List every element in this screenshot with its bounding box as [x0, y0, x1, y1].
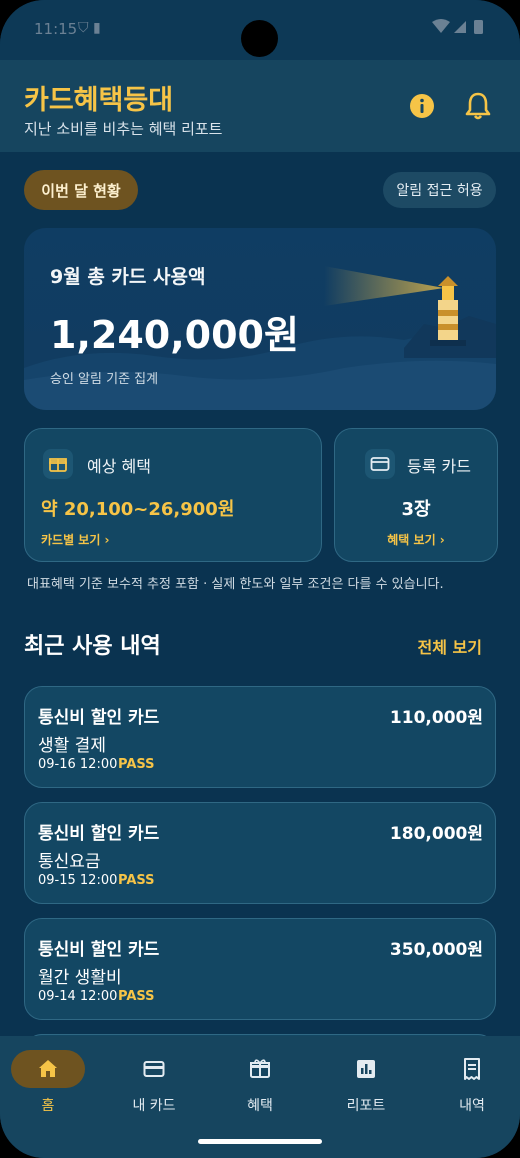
registered-cards-count: 3장 — [401, 499, 431, 520]
nav-home-label: 홈 — [41, 1098, 55, 1114]
registered-cards-title: 등록 카드 — [407, 457, 471, 476]
transaction-item[interactable]: 통신비 할인 카드 월간 생활비 09-14 12:00 PASS 350,00… — [24, 918, 496, 1020]
home-content[interactable]: 이번 달 현황 알림 접근 허용 9월 총 카드 사용액 1,240,000원 … — [0, 152, 520, 1036]
expected-benefit-card[interactable]: 예상 혜택 약 20,100~26,900원 카드별 보기 › — [24, 428, 322, 562]
receipt-icon — [464, 1058, 480, 1080]
transaction-item[interactable]: 통신비 할인 카드 생활 결제 09-16 12:00 PASS 110,000… — [24, 686, 496, 788]
status-bar: 11:15 ⛉ ▮ — [0, 0, 520, 60]
monthly-total-label: 9월 총 카드 사용액 — [50, 266, 206, 288]
view-by-card-link[interactable]: 카드별 보기 › — [41, 531, 110, 548]
camera-cutout — [241, 20, 278, 57]
transaction-category: 월간 생활비 — [38, 968, 122, 988]
transaction-item[interactable]: 통신비 할인 카드 통신요금 09-15 12:00 PASS 180,000원 — [24, 802, 496, 904]
nav-history-label: 내역 — [459, 1098, 485, 1114]
estimate-disclaimer: 대표혜택 기준 보수적 추정 포함 · 실제 한도와 일부 조건은 다를 수 있… — [27, 577, 444, 592]
gift-icon — [250, 1059, 270, 1078]
transaction-status: PASS — [118, 873, 155, 888]
app-title: 카드혜택등대 — [24, 85, 174, 116]
allow-notification-access-button[interactable]: 알림 접근 허용 — [383, 172, 496, 208]
wifi-icon — [432, 19, 450, 33]
monthly-total-amount: 1,240,000원 — [50, 313, 299, 357]
transaction-amount: 110,000원 — [389, 708, 483, 728]
transaction-category: 통신요금 — [38, 852, 101, 872]
transaction-category: 생활 결제 — [38, 736, 106, 756]
see-all-link[interactable]: 전체 보기 — [418, 634, 482, 658]
signal-icon — [454, 21, 466, 33]
nav-my-cards-label: 내 카드 — [132, 1098, 176, 1114]
nav-benefits[interactable]: 혜택 — [210, 1050, 310, 1120]
app-subtitle: 지난 소비를 비추는 혜택 리포트 — [24, 120, 223, 138]
credit-card-icon — [365, 449, 395, 479]
nav-report[interactable]: 리포트 — [316, 1050, 416, 1120]
expected-benefit-title: 예상 혜택 — [87, 457, 151, 476]
monthly-total-card: 9월 총 카드 사용액 1,240,000원 승인 알림 기준 집계 — [24, 228, 496, 410]
recent-usage-title: 최근 사용 내역 — [24, 634, 161, 659]
status-notification-icons: ⛉ ▮ — [78, 20, 101, 36]
phone-screen: 11:15 ⛉ ▮ 카드혜택등대 지난 소비를 비추는 혜택 리포트 이번 달 … — [0, 0, 520, 1158]
status-time: 11:15 — [34, 20, 78, 38]
transaction-card-name: 통신비 할인 카드 — [38, 708, 160, 728]
nav-benefits-label: 혜택 — [247, 1098, 273, 1114]
app-bar: 카드혜택등대 지난 소비를 비추는 혜택 리포트 — [0, 60, 520, 152]
transaction-amount: 180,000원 — [389, 824, 483, 844]
registered-cards-card[interactable]: 등록 카드 3장 혜택 보기 › — [334, 428, 498, 562]
credit-card-icon — [143, 1061, 165, 1077]
nav-history[interactable]: 내역 — [422, 1050, 520, 1120]
monthly-total-note: 승인 알림 기준 집계 — [50, 372, 159, 387]
month-status-chip[interactable]: 이번 달 현황 — [24, 170, 138, 210]
transaction-datetime: 09-14 12:00 — [38, 989, 118, 1004]
transaction-amount: 350,000원 — [389, 940, 483, 960]
nav-report-label: 리포트 — [346, 1098, 386, 1114]
gift-icon — [43, 449, 73, 479]
home-icon — [39, 1060, 57, 1077]
view-benefits-link[interactable]: 혜택 보기 › — [335, 531, 497, 548]
info-icon[interactable] — [406, 90, 438, 122]
bar-chart-icon — [357, 1060, 375, 1078]
battery-icon — [474, 20, 483, 34]
bell-icon[interactable] — [462, 90, 494, 122]
transaction-card-name: 통신비 할인 카드 — [38, 940, 160, 960]
nav-my-cards[interactable]: 내 카드 — [104, 1050, 204, 1120]
transaction-status: PASS — [118, 757, 155, 772]
gesture-bar[interactable] — [198, 1139, 322, 1144]
status-system-icons — [432, 19, 483, 34]
transaction-datetime: 09-15 12:00 — [38, 873, 118, 888]
transaction-status: PASS — [118, 989, 155, 1004]
expected-benefit-value: 약 20,100~26,900원 — [41, 499, 235, 520]
transaction-card-name: 통신비 할인 카드 — [38, 824, 160, 844]
transaction-datetime: 09-16 12:00 — [38, 757, 118, 772]
nav-home[interactable]: 홈 — [0, 1050, 98, 1120]
